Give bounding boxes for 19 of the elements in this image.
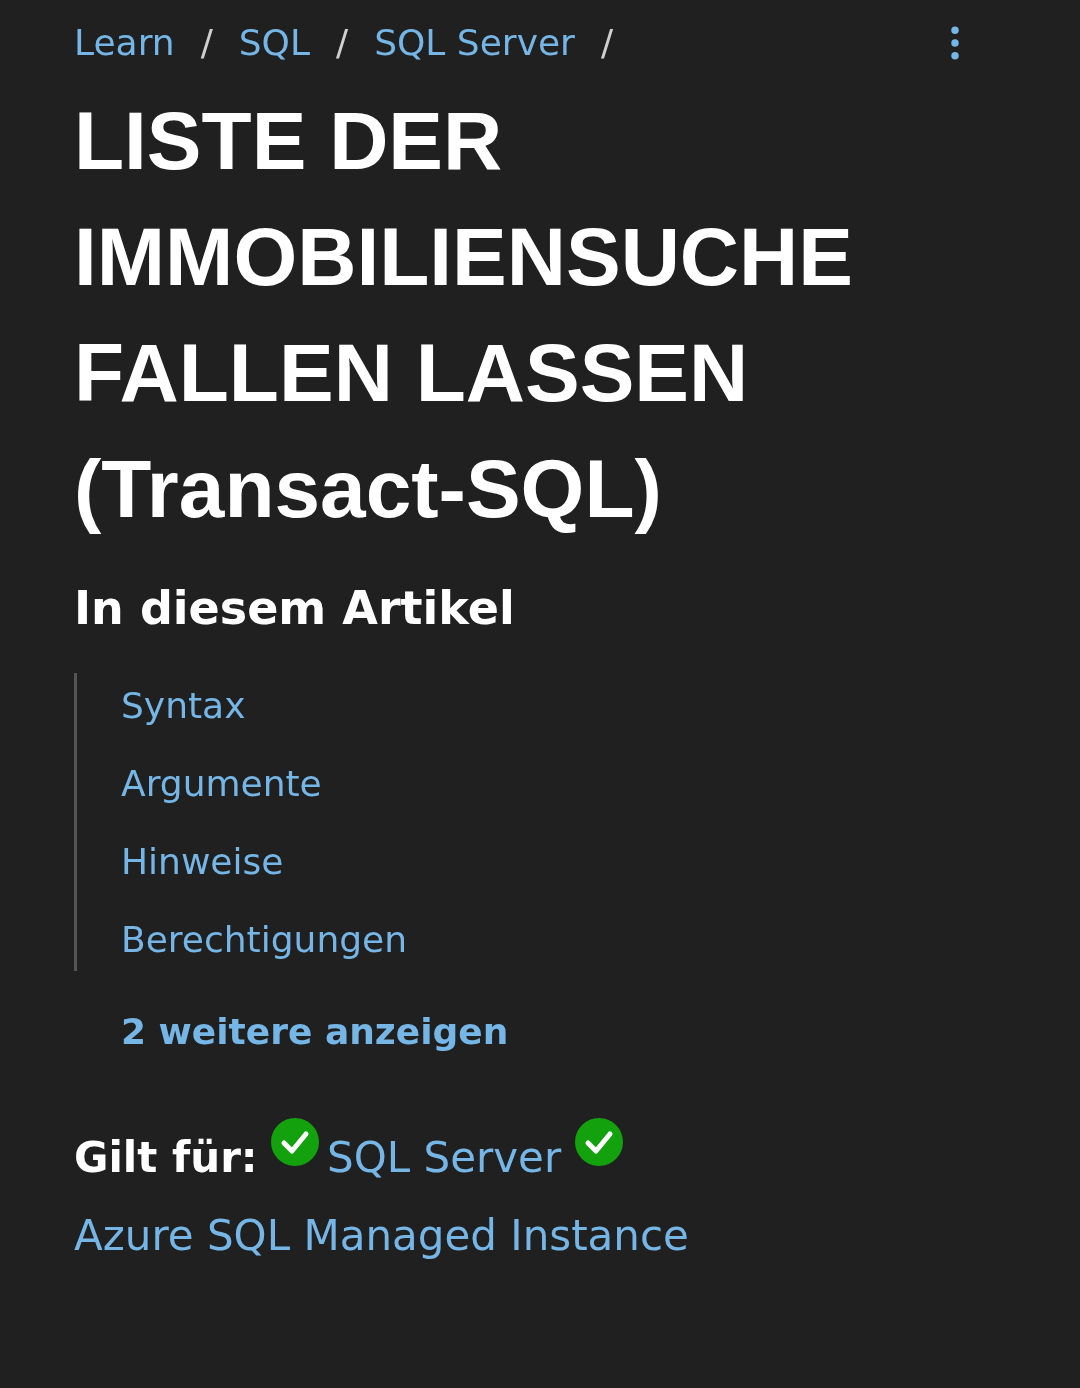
more-options-icon[interactable] — [950, 25, 960, 60]
toc-link[interactable]: Hinweise — [121, 837, 284, 887]
show-more-link[interactable]: 2 weitere anzeigen — [121, 1011, 509, 1052]
toc-link[interactable]: Berechtigungen — [121, 915, 408, 965]
toc-link[interactable]: Argumente — [121, 759, 322, 809]
breadcrumb-separator: / — [600, 22, 614, 63]
breadcrumb-link[interactable]: SQL Server — [374, 22, 575, 63]
page-title: LISTE DER IMMOBILIENSUCHE FALLEN LASSEN (Transact-SQL) — [74, 94, 854, 536]
section-heading: In diesem Artikel — [74, 581, 516, 635]
product-link[interactable]: Azure SQL Managed Instance — [74, 1206, 689, 1266]
breadcrumb-separator: / — [200, 22, 213, 63]
breadcrumb-link[interactable]: Learn — [74, 22, 175, 63]
applies-to-label: Gilt für: — [74, 1133, 258, 1182]
checkmark-icon — [271, 1118, 319, 1166]
toc-link[interactable]: Syntax — [121, 681, 246, 731]
checkmark-icon — [574, 1118, 623, 1166]
breadcrumb-separator: / — [336, 22, 349, 63]
breadcrumb-link[interactable]: SQL — [238, 22, 310, 63]
product-link[interactable]: SQL Server — [327, 1128, 562, 1188]
